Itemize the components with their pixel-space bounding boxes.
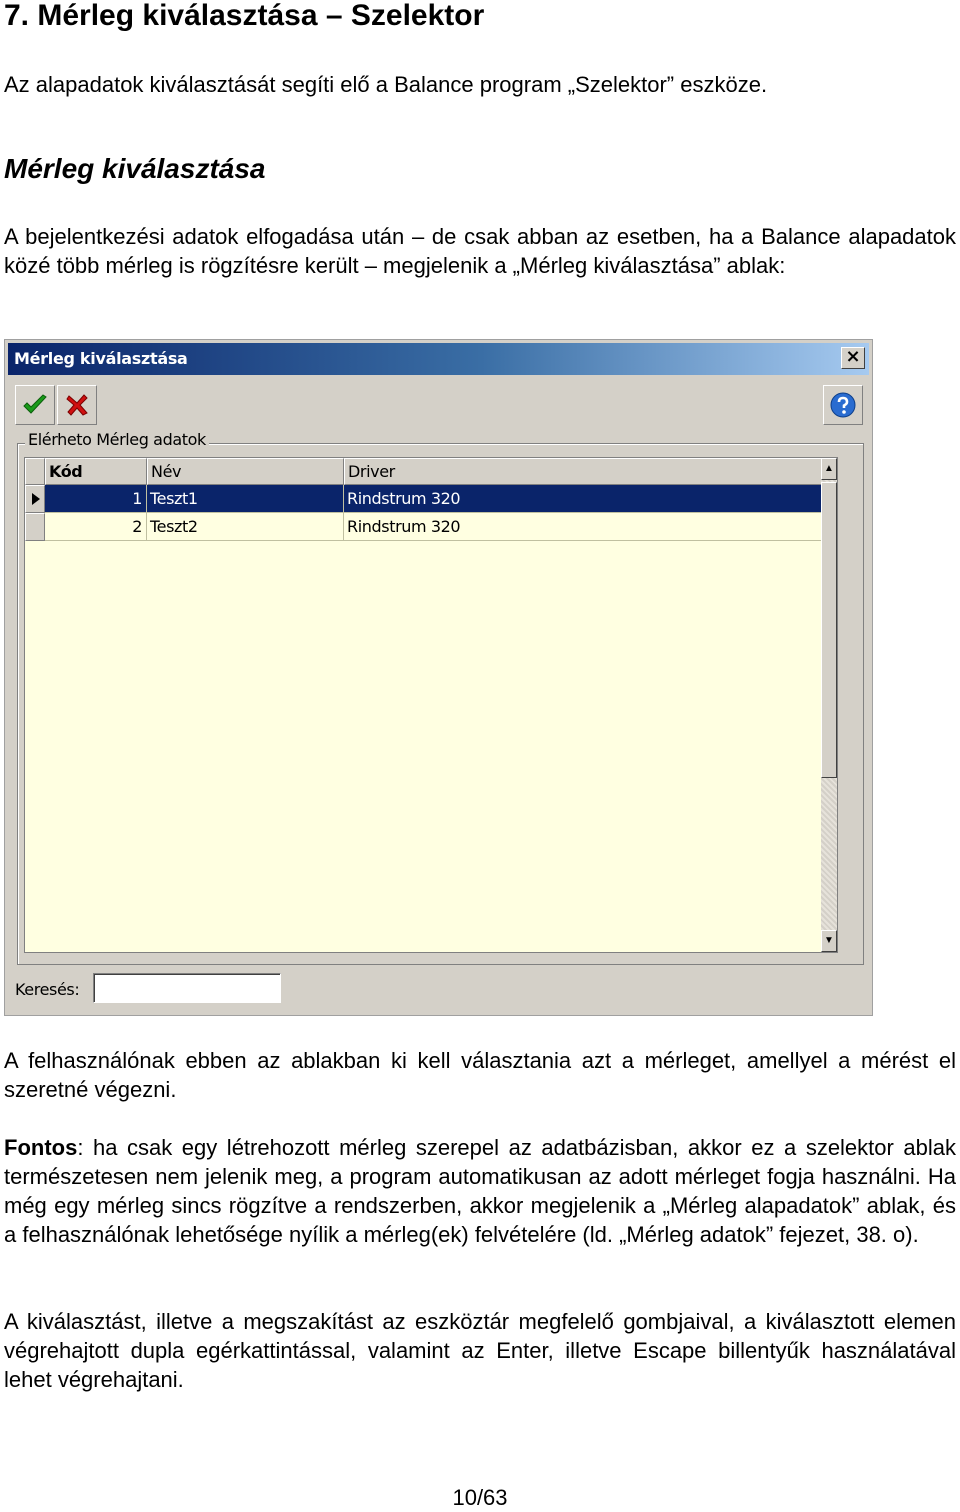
fontos-label: Fontos [4,1135,78,1160]
search-input[interactable] [93,973,281,1003]
window-title: Mérleg kiválasztása [14,349,188,368]
page-number: 10/63 [452,1485,508,1510]
paragraph-3-text: : ha csak egy létrehozott mérleg szerepe… [4,1135,956,1247]
paragraph-3: Fontos: ha csak egy létrehozott mérleg s… [4,1133,956,1249]
ok-button[interactable] [15,385,55,425]
cancel-button[interactable] [57,385,97,425]
scroll-up-button[interactable]: ▲ [821,458,837,480]
scroll-thumb[interactable] [821,482,837,778]
window-title-bar: Mérleg kiválasztása × [8,343,869,375]
intro-paragraph: Az alapadatok kiválasztását segíti elő a… [4,72,768,97]
paragraph-4: A kiválasztást, illetve a megszakítást a… [4,1309,956,1392]
search-label: Keresés: [15,980,80,999]
paragraph-2: A felhasználónak ebben az ablakban ki ke… [4,1048,956,1102]
column-header-nev[interactable]: Név [147,458,344,485]
table-row[interactable]: 2 Teszt2 Rindstrum 320 [45,513,823,541]
vertical-scrollbar[interactable]: ▲ ▼ [821,458,837,952]
grid-header-indicator [25,458,45,485]
page-title: 7. Mérleg kiválasztása – Szelektor [4,0,485,32]
table-row[interactable]: 1 Teszt1 Rindstrum 320 [45,485,823,513]
help-icon [830,392,856,418]
row-indicator[interactable] [25,513,45,541]
paragraph-1: A bejelentkezési adatok elfogadása után … [4,224,956,278]
scroll-down-button[interactable]: ▼ [821,930,837,952]
scales-grid[interactable]: Kód Név Driver 1 Teszt1 Rindstrum 320 2 … [24,457,838,953]
cell-driver: Rindstrum 320 [344,485,823,513]
cell-kod: 1 [45,485,147,513]
column-header-driver[interactable]: Driver [344,458,823,485]
red-x-icon [66,394,88,416]
close-button[interactable]: × [841,347,865,369]
cell-driver: Rindstrum 320 [344,513,823,541]
help-button[interactable] [823,385,863,425]
row-indicator[interactable] [25,485,45,513]
merleg-kivalasztasa-window: Mérleg kiválasztása × Elérheto Mérleg ad… [4,339,873,1016]
cell-kod: 2 [45,513,147,541]
row-pointer-icon [32,493,40,505]
cell-nev: Teszt1 [147,485,344,513]
column-header-kod[interactable]: Kód [45,458,147,485]
checkmark-icon [23,394,47,414]
groupbox-label: Elérheto Mérleg adatok [25,430,209,449]
cell-nev: Teszt2 [147,513,344,541]
section-title: Mérleg kiválasztása [4,153,266,184]
